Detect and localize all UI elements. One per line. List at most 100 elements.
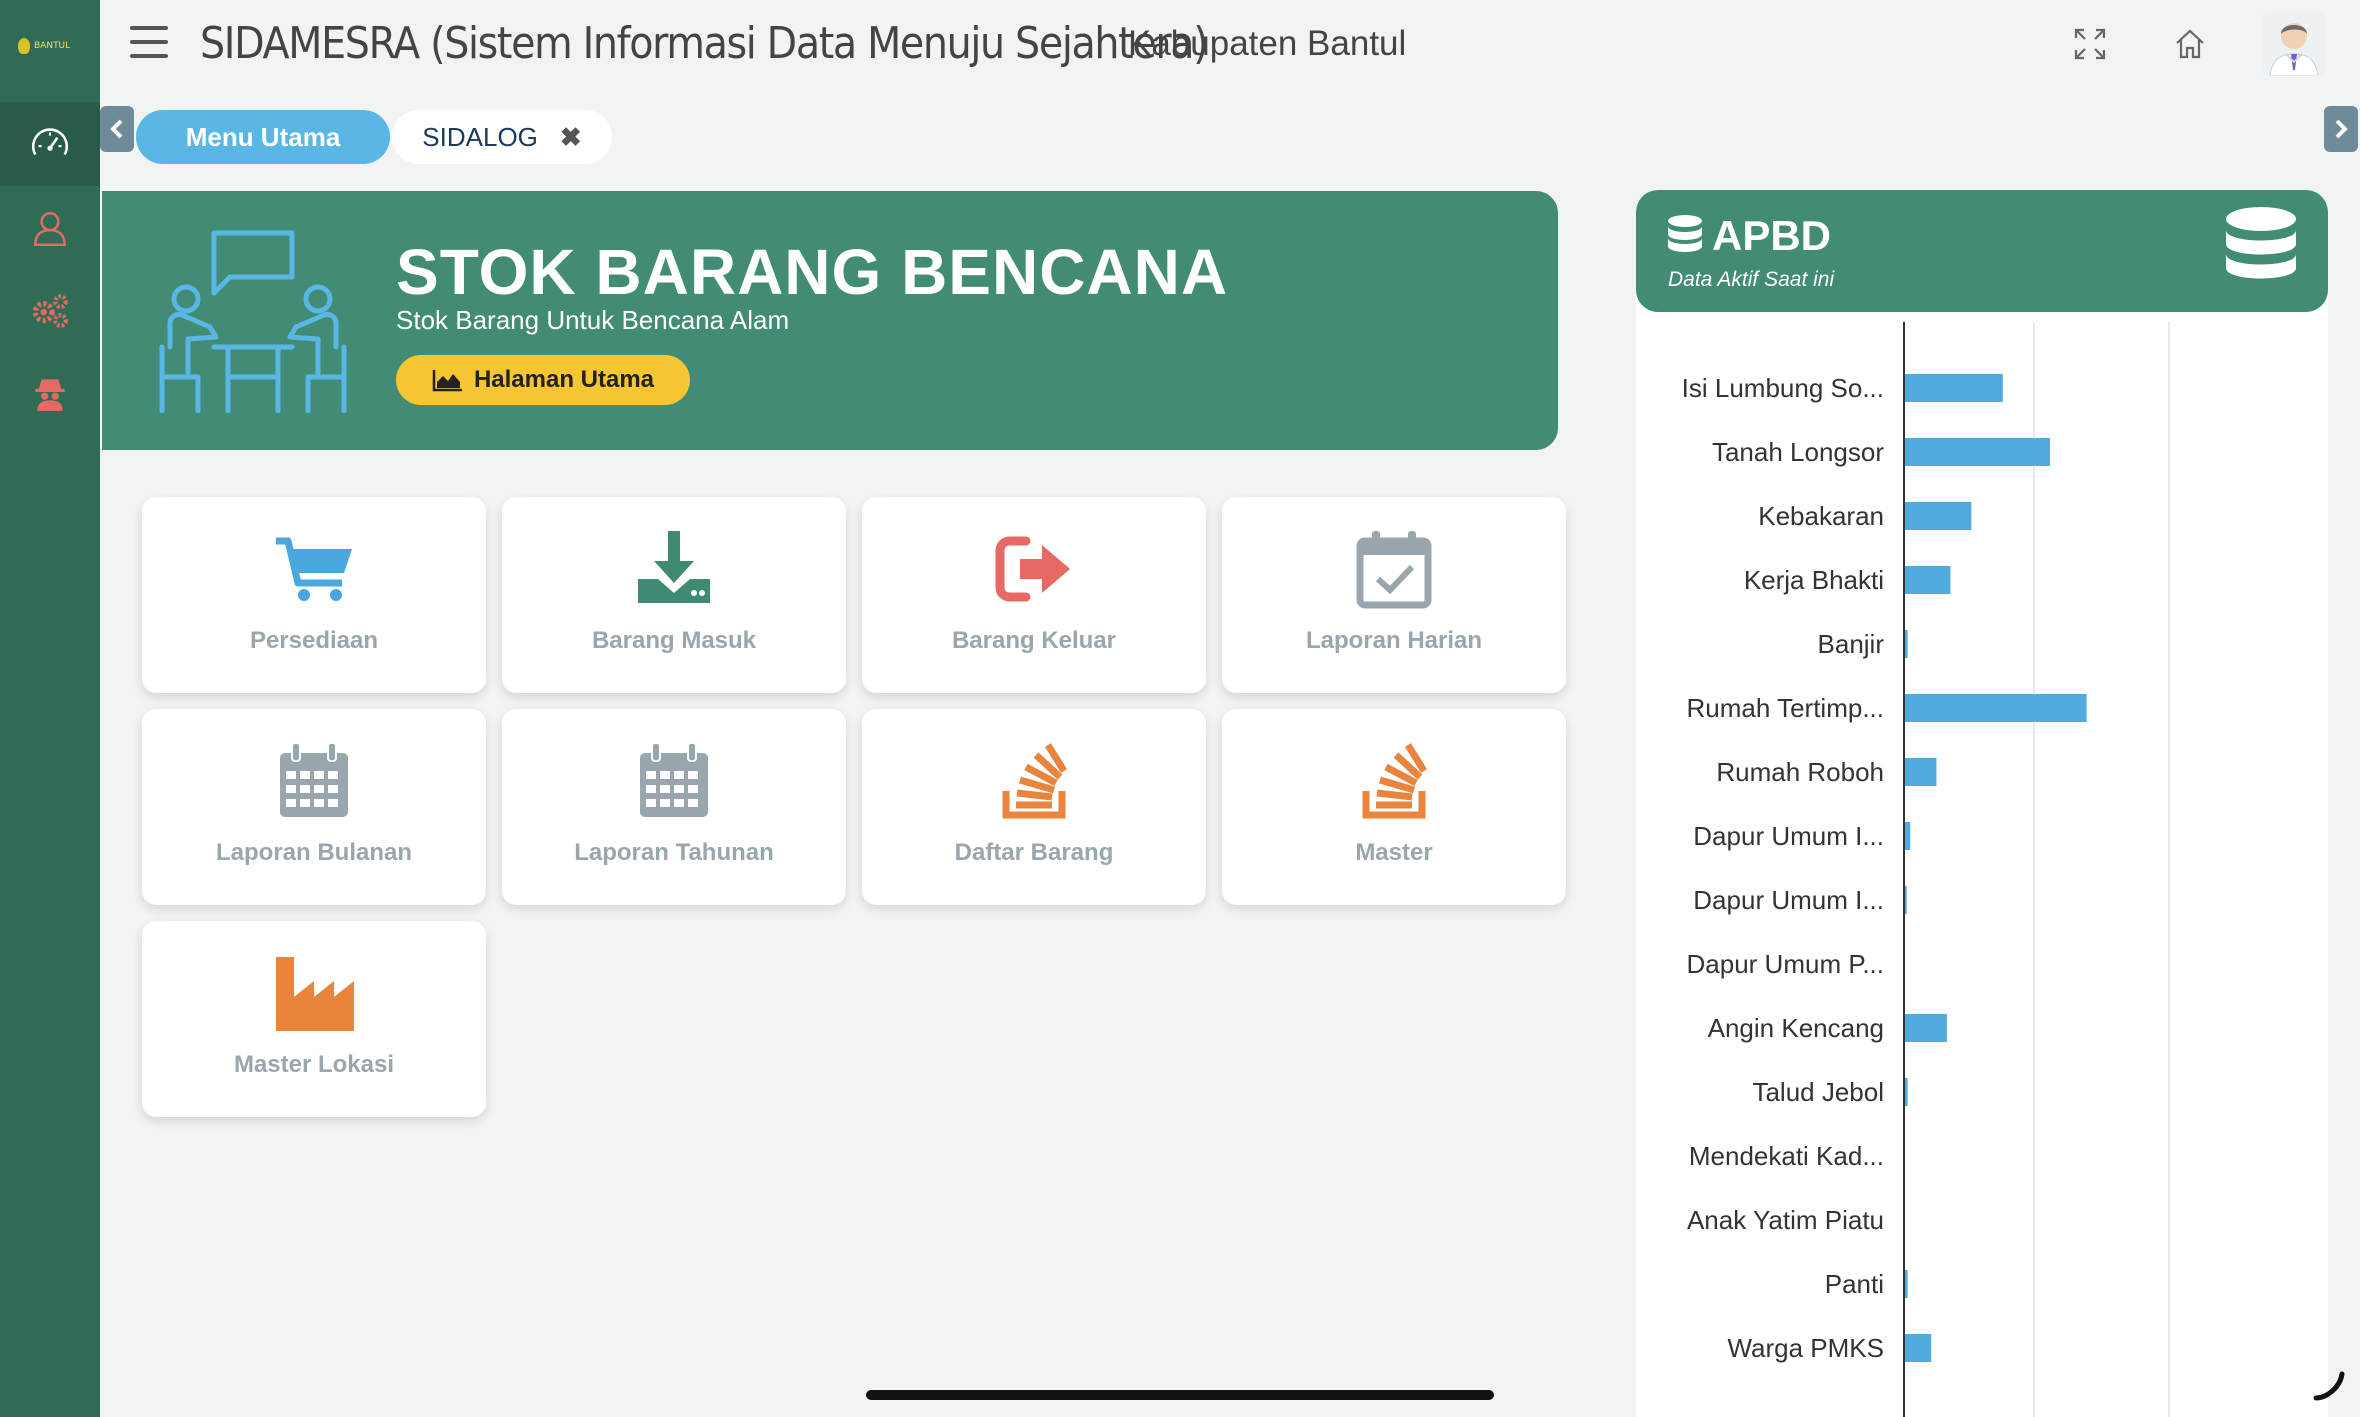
- chart-category-label: Kebakaran: [1758, 501, 1884, 531]
- module-subtitle: Stok Barang Untuk Bencana Alam: [396, 305, 790, 335]
- menu-card-master-lokasi[interactable]: Master Lokasi: [142, 921, 486, 1117]
- logo-text: BANTUL: [34, 41, 71, 51]
- sidebar-item-secret[interactable]: [0, 350, 100, 434]
- tab-label: SIDALOG: [422, 121, 538, 152]
- menu-card-label: Laporan Harian: [1305, 627, 1483, 654]
- chart-category-label: Dapur Umum P...: [1687, 949, 1884, 979]
- chart-category-label: Tanah Longsor: [1712, 437, 1884, 467]
- tab-menu-utama[interactable]: Menu Utama: [136, 110, 390, 164]
- chart-bar[interactable]: [1905, 1334, 1932, 1362]
- sidebar-item-dashboard[interactable]: [0, 102, 100, 186]
- area-chart-icon: [432, 370, 462, 392]
- chart-category-label: Rumah Roboh: [1716, 757, 1884, 787]
- home-indicator: [866, 1390, 1494, 1400]
- chart-bar[interactable]: [1905, 822, 1911, 850]
- sidebar: BANTUL: [0, 0, 100, 1417]
- menu-card-laporan-tahunan[interactable]: Laporan Tahunan: [502, 709, 846, 905]
- menu-card-laporan-bulanan[interactable]: Laporan Bulanan: [142, 709, 486, 905]
- chart-bar[interactable]: [1905, 502, 1972, 530]
- menu-card-barang-masuk[interactable]: Barang Masuk: [502, 497, 846, 693]
- chevron-right-icon: [2335, 119, 2348, 139]
- chart-category-label: Kerja Bhakti: [1744, 565, 1884, 595]
- calendar-icon: [280, 742, 348, 817]
- menu-card-label: Laporan Bulanan: [215, 839, 413, 866]
- apbd-subtitle: Data Aktif Saat ini: [1668, 268, 1835, 291]
- calendar-check-icon: [1356, 531, 1432, 609]
- database-large-icon: [2226, 207, 2296, 279]
- chart-bar[interactable]: [1905, 1270, 1908, 1298]
- avatar[interactable]: [2262, 12, 2326, 76]
- menu-card-label: Master Lokasi: [233, 1051, 395, 1078]
- sidebar-item-settings[interactable]: [0, 268, 100, 352]
- main-page-label: Halaman Utama: [473, 366, 655, 393]
- close-tab-icon[interactable]: ✖: [560, 122, 582, 153]
- chart-bar[interactable]: [1905, 1078, 1908, 1106]
- chart-bar[interactable]: [1905, 438, 2050, 466]
- menu-card-label: Daftar Barang: [954, 839, 1114, 866]
- chart-category-label: Angin Kencang: [1708, 1013, 1884, 1043]
- stack-icon: [1002, 743, 1067, 819]
- menu-card-label: Barang Keluar: [951, 627, 1117, 654]
- speedometer-icon: [32, 128, 68, 156]
- tab-sidalog[interactable]: SIDALOG ✖: [392, 110, 612, 164]
- chevron-left-icon: [110, 119, 123, 139]
- stack-icon: [1362, 743, 1427, 819]
- menu-card-label: Barang Masuk: [591, 627, 757, 654]
- chart-bar[interactable]: [1905, 886, 1907, 914]
- tabs-scroll-right-button[interactable]: [2324, 106, 2358, 152]
- calendar-icon: [640, 742, 708, 817]
- chart-category-label: Dapur Umum I...: [1693, 821, 1884, 851]
- chart-category-label: Anak Yatim Piatu: [1687, 1205, 1884, 1235]
- menu-card-laporan-harian[interactable]: Laporan Harian: [1222, 497, 1566, 693]
- gears-icon: [32, 294, 68, 328]
- user-outline-icon: [34, 212, 66, 247]
- main-page-button[interactable]: Halaman Utama: [396, 355, 690, 405]
- app-title: SIDAMESRA (Sistem Informasi Data Menuju …: [200, 18, 1209, 69]
- menu-card-daftar-barang[interactable]: Daftar Barang: [862, 709, 1206, 905]
- apbd-panel: APBD Data Aktif Saat ini Isi Lumbung So.…: [1636, 190, 2328, 1417]
- chart-category-label: Panti: [1825, 1269, 1884, 1299]
- bantul-seal-icon: [18, 38, 30, 54]
- database-icon: [1668, 215, 1702, 252]
- resize-handle-icon[interactable]: [2312, 1368, 2346, 1402]
- app-logo[interactable]: BANTUL: [18, 36, 82, 56]
- chart-category-label: Banjir: [1818, 629, 1885, 659]
- chart-bar[interactable]: [1905, 630, 1908, 658]
- chart-category-label: Mendekati Kad...: [1689, 1141, 1884, 1171]
- tabs-scroll-left-button[interactable]: [100, 106, 134, 152]
- chart-bar[interactable]: [1905, 758, 1937, 786]
- tab-label: Menu Utama: [185, 121, 341, 152]
- module-banner: STOK BARANG BENCANA Stok Barang Untuk Be…: [102, 191, 1558, 450]
- meeting-illustration-icon: [159, 230, 347, 413]
- apbd-bar-chart: Isi Lumbung So... Tanah Longsor Kebakaran K…: [1682, 322, 2170, 1417]
- chart-category-label: Warga PMKS: [1727, 1333, 1884, 1363]
- download-icon: [638, 531, 710, 603]
- menu-card-label: Master: [1355, 839, 1433, 866]
- factory-icon: [276, 957, 354, 1031]
- spy-icon: [35, 379, 65, 411]
- module-title: STOK BARANG BENCANA: [396, 236, 1229, 308]
- menu-card-master[interactable]: Master: [1222, 709, 1566, 905]
- menu-card-persediaan[interactable]: Persediaan: [142, 497, 486, 693]
- chart-category-label: Isi Lumbung So...: [1682, 373, 1884, 403]
- chart-bar[interactable]: [1905, 566, 1951, 594]
- sidebar-item-user[interactable]: [0, 186, 100, 270]
- chart-category-label: Rumah Tertimp...: [1687, 693, 1884, 723]
- user-avatar-icon: [2269, 23, 2319, 76]
- apbd-header: APBD Data Aktif Saat ini: [1636, 190, 2328, 312]
- fullscreen-icon[interactable]: [2072, 26, 2108, 62]
- home-icon[interactable]: [2172, 26, 2208, 62]
- menu-card-label: Persediaan: [249, 627, 379, 654]
- chart-category-label: Dapur Umum I...: [1693, 885, 1884, 915]
- sign-out-icon: [995, 536, 1070, 602]
- chart-category-label: Talud Jebol: [1752, 1077, 1884, 1107]
- chart-bar[interactable]: [1905, 1014, 1947, 1042]
- menu-card-barang-keluar[interactable]: Barang Keluar: [862, 497, 1206, 693]
- chart-bar[interactable]: [1905, 374, 2003, 402]
- chart-bar[interactable]: [1905, 694, 2087, 722]
- cart-icon: [276, 537, 352, 601]
- region-name: Kabupaten Bantul: [1128, 24, 1407, 63]
- menu-toggle-button[interactable]: [130, 26, 168, 58]
- apbd-title: APBD: [1712, 212, 1832, 259]
- menu-card-label: Laporan Tahunan: [574, 839, 774, 866]
